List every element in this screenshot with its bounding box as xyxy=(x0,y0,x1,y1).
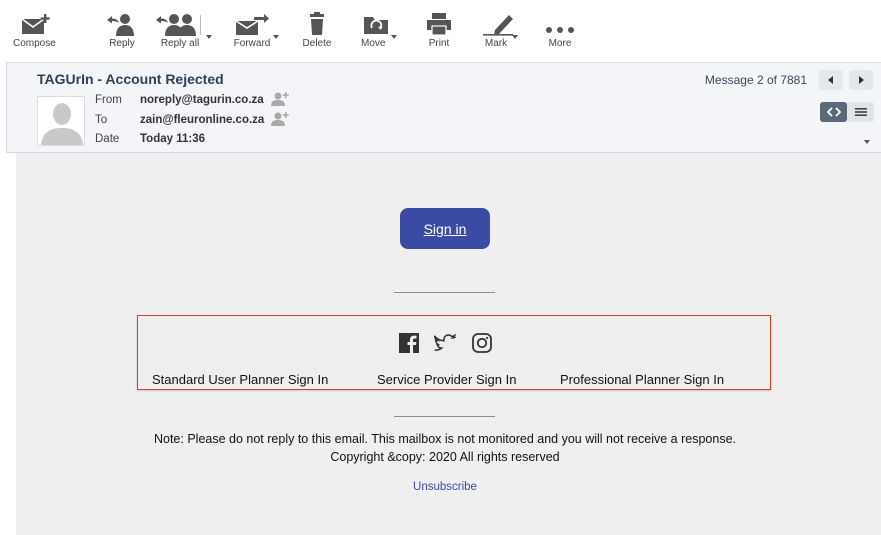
facebook-icon[interactable] xyxy=(398,332,420,354)
copyright-text: Copyright &copy: 2020 All rights reserve… xyxy=(330,450,560,464)
add-contact-icon[interactable] xyxy=(270,111,290,127)
to-value[interactable]: zain@fleuronline.co.za xyxy=(140,114,264,126)
forward-button[interactable]: Forward xyxy=(232,12,272,49)
from-label: From xyxy=(95,94,122,106)
sign-in-button[interactable]: Sign in xyxy=(400,208,490,249)
divider-bottom xyxy=(394,416,495,417)
reply-icon xyxy=(107,14,134,36)
mark-caret[interactable] xyxy=(512,35,518,39)
arrow-left-icon xyxy=(828,76,833,84)
footer-links-box: Standard User Planner Sign In Service Pr… xyxy=(137,315,771,390)
instagram-icon[interactable] xyxy=(471,332,493,354)
twitter-icon[interactable] xyxy=(434,332,456,354)
move-icon xyxy=(364,17,389,34)
plain-text-view-toggle[interactable] xyxy=(847,102,874,122)
mark-button[interactable]: Mark xyxy=(481,12,521,49)
print-label: Print xyxy=(428,38,450,49)
from-value[interactable]: noreply@tagurin.co.za xyxy=(140,94,264,106)
html-view-toggle[interactable] xyxy=(820,102,847,122)
reply-button[interactable]: Reply xyxy=(104,12,140,49)
compose-button[interactable]: Compose xyxy=(13,12,56,49)
avatar xyxy=(37,96,85,146)
header-expand-caret[interactable] xyxy=(864,140,870,144)
professional-planner-sign-in-link[interactable]: Professional Planner Sign In xyxy=(560,372,724,387)
more-button[interactable]: More xyxy=(545,12,575,49)
previous-message-button[interactable] xyxy=(819,70,843,90)
add-contact-icon[interactable] xyxy=(270,91,290,107)
compose-icon xyxy=(21,14,51,34)
delete-icon xyxy=(310,12,324,35)
email-body: Sign in Standard User Planner Sign In Se… xyxy=(16,153,881,535)
avatar-placeholder-icon xyxy=(41,103,83,145)
divider-top xyxy=(394,292,495,293)
arrow-right-icon xyxy=(859,76,864,84)
toolbar: Compose Reply Reply all Forward Delete M… xyxy=(0,0,881,62)
lines-icon xyxy=(854,108,867,116)
forward-label: Forward xyxy=(233,38,271,49)
forward-caret[interactable] xyxy=(273,35,279,39)
delete-label: Delete xyxy=(302,38,332,49)
print-icon xyxy=(427,13,451,36)
next-message-button[interactable] xyxy=(849,70,873,90)
compose-label: Compose xyxy=(13,38,56,49)
service-provider-sign-in-link[interactable]: Service Provider Sign In xyxy=(377,372,516,387)
message-subject: TAGUrIn - Account Rejected xyxy=(37,71,224,87)
unsubscribe-link[interactable]: Unsubscribe xyxy=(16,481,874,493)
date-value: Today 11:36 xyxy=(140,133,205,145)
move-label: Move xyxy=(361,38,386,49)
delete-button[interactable]: Delete xyxy=(302,12,332,49)
message-counter: Message 2 of 7881 xyxy=(704,73,807,87)
standard-user-sign-in-link[interactable]: Standard User Planner Sign In xyxy=(152,372,328,387)
more-label: More xyxy=(548,38,572,49)
print-button[interactable]: Print xyxy=(424,12,454,49)
mark-label: Mark xyxy=(484,38,508,49)
message-header: TAGUrIn - Account Rejected From noreply@… xyxy=(6,62,881,153)
no-reply-note: Note: Please do not reply to this email.… xyxy=(153,432,736,446)
code-icon xyxy=(826,107,841,117)
date-label: Date xyxy=(95,133,120,145)
forward-icon xyxy=(235,14,269,35)
mark-icon xyxy=(483,15,513,36)
reply-label: Reply xyxy=(109,38,135,49)
reply-all-label: Reply all xyxy=(160,38,200,49)
reply-all-button[interactable]: Reply all xyxy=(155,12,217,49)
more-icon xyxy=(546,27,574,33)
reply-all-icon xyxy=(156,14,201,36)
reply-all-caret[interactable] xyxy=(206,35,212,39)
move-caret[interactable] xyxy=(391,35,397,39)
to-label: To xyxy=(95,114,108,126)
move-button[interactable]: Move xyxy=(361,12,397,49)
